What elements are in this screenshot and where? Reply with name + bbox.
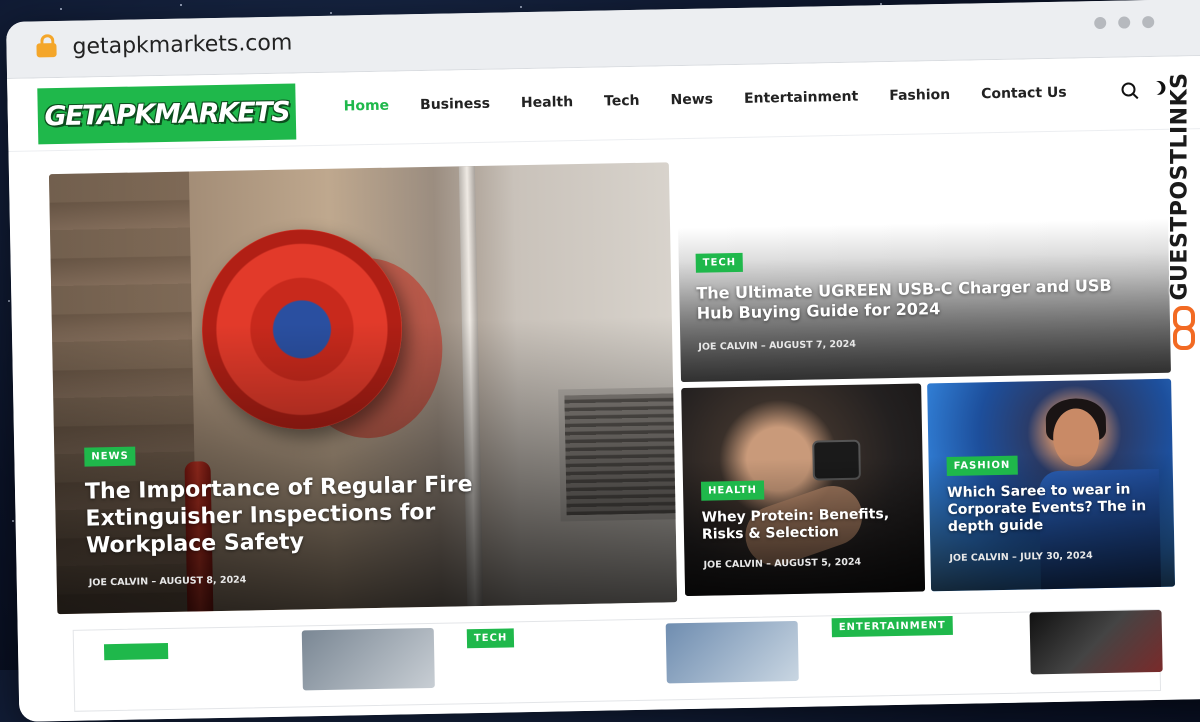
window-dot-icon[interactable] [1118, 16, 1131, 29]
date: JULY 30, 2024 [1020, 550, 1093, 563]
meta-separator: – [766, 558, 775, 570]
window-controls [1094, 15, 1155, 30]
post-thumbnail[interactable] [301, 627, 435, 691]
author[interactable]: JOE CALVIN [698, 341, 758, 353]
meta-separator: – [151, 576, 160, 588]
window-dot-icon[interactable] [1142, 15, 1155, 29]
featured-card-health[interactable]: HEALTH Whey Protein: Benefits, Risks & S… [681, 383, 926, 597]
post-thumbnail[interactable] [1029, 609, 1163, 675]
nav-news[interactable]: News [670, 91, 713, 108]
search-icon[interactable] [1121, 82, 1136, 97]
website: GETAPKMARKETS Home Business Health Tech … [7, 55, 1200, 722]
category-badge[interactable]: NEWS [84, 446, 136, 467]
meta-separator: – [760, 340, 770, 352]
watermark-text: GUESTPOSTLINKS [1167, 72, 1193, 301]
category-badge[interactable]: HEALTH [700, 480, 765, 501]
author[interactable]: JOE CALVIN [949, 552, 1009, 564]
date: AUGUST 5, 2024 [774, 556, 862, 570]
nav-fashion[interactable]: Fashion [889, 87, 950, 104]
nav-entertainment[interactable]: Entertainment [744, 89, 859, 107]
category-badge[interactable]: ENTERTAINMENT [831, 615, 953, 638]
nav-contact-us[interactable]: Contact Us [981, 85, 1067, 103]
nav-home[interactable]: Home [344, 98, 390, 115]
card-title[interactable]: The Importance of Regular Fire Extinguis… [85, 471, 556, 560]
nav-health[interactable]: Health [521, 94, 573, 111]
post-thumbnail[interactable] [665, 620, 799, 684]
url-text[interactable]: getapkmarkets.com [72, 31, 292, 60]
window-dot-icon[interactable] [1094, 16, 1107, 30]
date: AUGUST 8, 2024 [159, 574, 247, 588]
featured-card-news[interactable]: NEWS The Importance of Regular Fire Exti… [48, 162, 678, 615]
nav-tech[interactable]: Tech [604, 93, 640, 110]
nav-business[interactable]: Business [420, 96, 490, 113]
author[interactable]: JOE CALVIN [703, 559, 763, 571]
card-title[interactable]: Which Saree to wear in Corporate Events?… [947, 481, 1158, 536]
main-nav: Home Business Health Tech News Entertain… [344, 84, 1098, 115]
category-badge[interactable]: FASHION [946, 455, 1018, 477]
lock-icon [36, 43, 57, 58]
chain-link-icon [1171, 306, 1195, 350]
category-badge[interactable]: TECH [466, 628, 515, 649]
featured-card-tech[interactable]: TECH The Ultimate UGREEN USB-C Charger a… [676, 152, 1171, 383]
category-badge[interactable] [103, 643, 169, 661]
author[interactable]: JOE CALVIN [89, 576, 149, 588]
site-logo[interactable]: GETAPKMARKETS [37, 83, 297, 145]
browser-window: getapkmarkets.com GETAPKMARKETS Home Bus… [6, 0, 1200, 722]
post-list-strip: TECH ENTERTAINMENT [72, 608, 1163, 712]
logo-text: GETAPKMARKETS [44, 96, 290, 132]
featured-card-fashion[interactable]: FASHION Which Saree to wear in Corporate… [927, 378, 1176, 592]
date: AUGUST 7, 2024 [768, 338, 857, 352]
category-badge[interactable]: TECH [695, 252, 744, 273]
card-title[interactable]: Whey Protein: Benefits, Risks & Selectio… [701, 506, 912, 544]
meta-separator: – [1011, 551, 1021, 563]
